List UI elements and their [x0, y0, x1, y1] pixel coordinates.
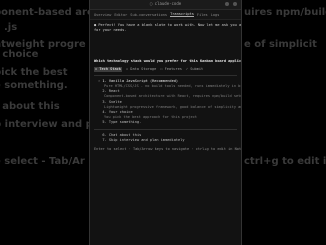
option-label: 2. React — [102, 89, 120, 94]
bg-fragment: ctrl+g to edit in — [244, 156, 326, 167]
bg-line: t about this — [0, 101, 60, 112]
question-tab-tech-stack[interactable]: ☐ Tech Stack — [94, 66, 122, 72]
tab-sub-conversations[interactable]: Sub-conversations — [130, 13, 167, 17]
question-prompt: Which technology stack would you prefer … — [94, 59, 242, 64]
bg-fragment: uires npm/build — [244, 7, 326, 18]
tab-editor[interactable]: Editor — [114, 13, 127, 17]
transcript-content: ● Perfect! You have a blank slate to wor… — [90, 20, 241, 155]
tab-bar: Overview Editor Sub-conversations Transc… — [90, 10, 241, 20]
option-description: Component-based architecture with React,… — [104, 94, 241, 99]
assistant-message-cont: for your needs. — [94, 28, 127, 33]
bg-line: e select - Tab/Ar — [0, 156, 85, 167]
tab-files[interactable]: Files — [197, 13, 208, 17]
bg-line: r choice — [0, 49, 39, 60]
tab-transcripts[interactable]: Transcripts — [170, 12, 194, 17]
divider — [94, 128, 237, 130]
question-tab-submit[interactable]: ✓ Submit — [186, 67, 203, 72]
bg-fragment: e of simplicit — [244, 39, 317, 50]
option-label: 6. Chat about this — [102, 132, 142, 137]
option-label: 3. Svelte — [102, 99, 122, 104]
bg-line: pick the best — [0, 67, 68, 78]
question-tab-data-storage[interactable]: ☐ Data Storage — [126, 67, 156, 72]
option-description: Pure HTML/CSS/JS - no build tools needed… — [104, 84, 242, 89]
keyboard-hint-footer: Enter to select · Tab/Arrow keys to navi… — [94, 147, 242, 152]
tab-overview[interactable]: Overview — [94, 13, 111, 17]
option-skip-interview[interactable]: 7. Skip interview and plan immediately — [98, 138, 237, 143]
bg-js-label: .js — [4, 22, 18, 33]
bg-line: ponent-based arc — [0, 7, 93, 18]
minimize-icon[interactable] — [225, 2, 229, 6]
option-type-something[interactable]: 5. Type something. — [98, 120, 237, 125]
option-label: 4. Your choice — [102, 110, 133, 115]
option-label: 7. Skip interview and plan immediately — [102, 137, 185, 142]
window-title: ▢ claude-code — [149, 1, 182, 6]
close-icon[interactable] — [233, 2, 237, 6]
tab-logs[interactable]: Logs — [211, 13, 220, 17]
question-tabs: ☐ Tech Stack ☐ Data Storage ☐ Features ✓… — [94, 66, 237, 72]
bg-line: p interview and p — [0, 119, 93, 130]
option-label: 1. Vanilla JavaScript (Recommended) — [102, 78, 179, 83]
question-tab-features[interactable]: ☐ Features — [160, 67, 182, 72]
bg-line: e something. — [0, 80, 68, 91]
terminal-window: ▢ claude-code Overview Editor Sub-conver… — [89, 0, 242, 245]
option-label: 5. Type something. — [102, 120, 142, 125]
divider — [94, 74, 237, 76]
title-bar: ▢ claude-code — [90, 0, 241, 10]
selection-pointer-icon: › — [98, 78, 101, 83]
